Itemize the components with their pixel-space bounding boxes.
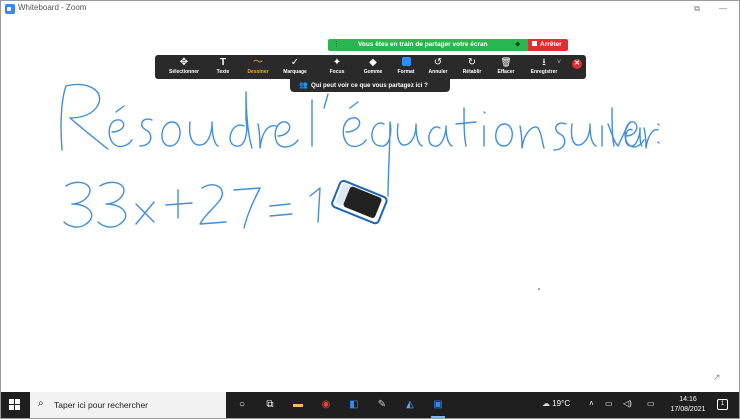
whiteboard-app-icon[interactable]: ◭ [401, 396, 419, 414]
start-button[interactable] [9, 399, 21, 411]
taskbar-search-box[interactable]: ⌕ Taper ici pour rechercher [30, 392, 226, 418]
zoom-app-icon [5, 4, 15, 14]
share-status-text: Vous êtes en train de partager votre écr… [358, 41, 488, 48]
expand-icon[interactable]: ↗ [713, 372, 723, 382]
spotlight-icon: ✦ [332, 57, 342, 68]
task-view-icon[interactable]: ⧉ [261, 396, 279, 414]
grip-icon[interactable]: ⋮ [333, 40, 340, 48]
search-icon: ⌕ [38, 398, 44, 409]
close-toolbar-button[interactable]: ✕ [572, 59, 582, 69]
who-can-see-button[interactable]: 👥 Qui peut voir ce que vous partagez ici… [290, 79, 450, 92]
system-clock[interactable]: 14:16 17/08/2021 [668, 395, 708, 415]
restore-icon[interactable]: ⧉ [690, 2, 704, 15]
app-icon[interactable]: ◧ [345, 396, 363, 414]
stamp-icon: ✓ [290, 57, 300, 68]
people-icon: 👥 [299, 82, 308, 89]
clock-time: 14:16 [679, 396, 697, 403]
paint-icon[interactable]: ✎ [373, 396, 391, 414]
clock-date: 17/08/2021 [670, 406, 706, 413]
eraser-icon: ◆ [369, 57, 377, 68]
undo-icon: ↺ [433, 57, 443, 68]
tool-redo[interactable]: ↻ Rétablir [459, 55, 485, 79]
draw-icon: 〜 [253, 57, 263, 68]
save-options-dropdown[interactable]: ˅ [555, 55, 563, 79]
keyboard-icon[interactable]: ▭ [647, 399, 655, 408]
annotation-toolbar: ✥ Sélectionner T Texte 〜 Dessiner ✓ Marq… [155, 55, 586, 79]
tool-select[interactable]: ✥ Sélectionner [165, 55, 203, 79]
title-bar: Whiteboard - Zoom ⧉ — [1, 1, 739, 17]
search-placeholder: Taper ici pour rechercher [54, 400, 149, 410]
volume-icon[interactable]: ◁) [623, 399, 632, 408]
window-title: Whiteboard - Zoom [18, 3, 87, 12]
shield-icon: ◆ [515, 41, 521, 48]
file-explorer-icon[interactable]: ▬ [289, 396, 307, 414]
cortana-icon[interactable]: ○ [233, 396, 251, 414]
stop-icon [532, 41, 537, 46]
tool-clear[interactable]: 🗑 Effacer [493, 55, 519, 79]
screen-share-banner: ⋮ Vous êtes en train de partager votre é… [328, 39, 528, 51]
tool-eraser[interactable]: ◆ Gomme [359, 55, 387, 79]
cloud-icon: ☁ [542, 399, 550, 408]
tool-draw[interactable]: 〜 Dessiner [243, 55, 273, 79]
tool-text[interactable]: T Texte [211, 55, 235, 79]
minimize-icon[interactable]: — [716, 2, 730, 15]
ink-dot [538, 288, 540, 290]
tool-format[interactable]: Format [393, 55, 419, 79]
move-icon: ✥ [179, 57, 189, 68]
zoom-taskbar-icon[interactable]: ▣ [429, 396, 447, 418]
network-icon[interactable]: ▭ [605, 399, 613, 408]
tool-spotlight[interactable]: ✦ Focus [325, 55, 349, 79]
format-icon [393, 56, 419, 69]
chevron-up-icon[interactable]: ˄ [589, 399, 594, 408]
chrome-icon[interactable]: ◉ [317, 396, 335, 414]
tool-undo[interactable]: ↺ Annuler [425, 55, 451, 79]
trash-icon: 🗑 [500, 57, 512, 67]
who-can-see-text: Qui peut voir ce que vous partagez ici ? [311, 82, 428, 89]
weather-widget[interactable]: ☁ 19°C [542, 399, 570, 408]
notification-icon[interactable]: 1 [717, 399, 728, 410]
tool-stamp[interactable]: ✓ Marquage [279, 55, 311, 79]
chevron-down-icon: ˅ [556, 59, 562, 66]
windows-taskbar: ⌕ Taper ici pour rechercher ○ ⧉ ▬ ◉ ◧ ✎ … [1, 392, 739, 418]
text-icon: T [219, 57, 227, 68]
stop-share-button[interactable]: Arrêter [528, 39, 568, 51]
redo-icon: ↻ [467, 57, 477, 68]
